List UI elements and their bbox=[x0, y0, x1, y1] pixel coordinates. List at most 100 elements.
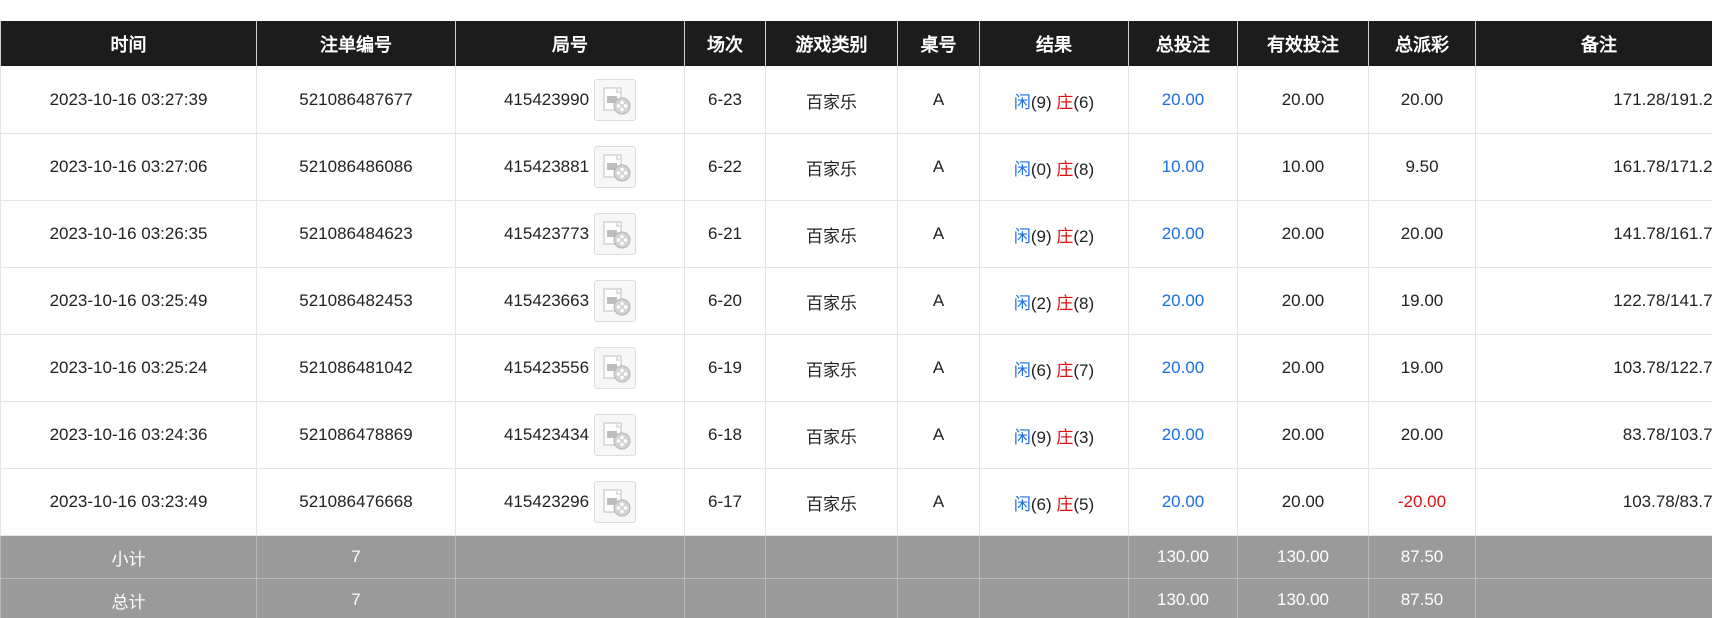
bet-record-table: 时间 注单编号 局号 场次 游戏类别 桌号 结果 总投注 有效投注 总派彩 备注… bbox=[0, 20, 1712, 618]
table-row: 2023-10-16 03:27:06 521086486086 415423881… bbox=[0, 133, 1712, 201]
cell-total-bet: 20.00 bbox=[1128, 468, 1238, 536]
cell-round: 415423990 bbox=[455, 66, 685, 134]
cell-game: 百家乐 bbox=[765, 200, 898, 268]
cell-payout: 19.00 bbox=[1368, 267, 1476, 335]
round-number: 415423663 bbox=[503, 291, 590, 310]
cell-shoe: 6-20 bbox=[684, 267, 766, 335]
subtotal-empty-cell bbox=[979, 535, 1129, 579]
bet-record-page: 时间 注单编号 局号 场次 游戏类别 桌号 结果 总投注 有效投注 总派彩 备注… bbox=[0, 0, 1712, 618]
result-banker-label: 庄 bbox=[1056, 159, 1074, 180]
cell-remark: 122.78/141.78 bbox=[1475, 267, 1712, 335]
total-valid-bet: 130.00 bbox=[1237, 578, 1369, 618]
subtotal-empty-cell bbox=[684, 535, 766, 579]
cell-remark: 103.78/83.78 bbox=[1475, 468, 1712, 536]
table-row: 2023-10-16 03:25:49 521086482453 415423663… bbox=[0, 267, 1712, 335]
result-banker-label: 庄 bbox=[1056, 226, 1074, 247]
cell-table: A bbox=[897, 133, 980, 201]
total-payout: 87.50 bbox=[1368, 578, 1476, 618]
cell-game: 百家乐 bbox=[765, 66, 898, 134]
cell-bet-id: 521086486086 bbox=[256, 133, 456, 201]
cell-remark: 171.28/191.28 bbox=[1475, 66, 1712, 134]
cell-remark: 83.78/103.78 bbox=[1475, 401, 1712, 469]
total-row: 总计 7 130.00 130.00 87.50 bbox=[0, 578, 1712, 618]
film-reel-icon[interactable] bbox=[594, 79, 637, 121]
cell-result: 闲(9) 庄(6) bbox=[979, 66, 1129, 134]
result-banker-score: (3) bbox=[1073, 427, 1095, 447]
cell-result: 闲(0) 庄(8) bbox=[979, 133, 1129, 201]
col-header-remark: 备注 bbox=[1475, 20, 1712, 67]
total-empty-cell bbox=[765, 578, 898, 618]
cell-shoe: 6-19 bbox=[684, 334, 766, 402]
col-header-valid-bet: 有效投注 bbox=[1237, 20, 1369, 67]
cell-round: 415423296 bbox=[455, 468, 685, 536]
cell-valid-bet: 20.00 bbox=[1237, 334, 1369, 402]
cell-payout: -20.00 bbox=[1368, 468, 1476, 536]
result-banker-score: (7) bbox=[1073, 360, 1095, 380]
film-reel-icon[interactable] bbox=[594, 481, 637, 523]
total-empty-cell bbox=[897, 578, 980, 618]
film-reel-icon[interactable] bbox=[594, 146, 637, 188]
subtotal-row: 小计 7 130.00 130.00 87.50 bbox=[0, 535, 1712, 579]
col-header-shoe: 场次 bbox=[684, 20, 766, 67]
cell-game: 百家乐 bbox=[765, 468, 898, 536]
film-reel-icon[interactable] bbox=[594, 213, 637, 255]
cell-payout: 20.00 bbox=[1368, 401, 1476, 469]
cell-shoe: 6-23 bbox=[684, 66, 766, 134]
subtotal-empty-cell bbox=[897, 535, 980, 579]
cell-payout: 19.00 bbox=[1368, 334, 1476, 402]
cell-result: 闲(6) 庄(7) bbox=[979, 334, 1129, 402]
total-empty-cell bbox=[455, 578, 685, 618]
round-number: 415423556 bbox=[503, 358, 590, 377]
table-header-row: 时间 注单编号 局号 场次 游戏类别 桌号 结果 总投注 有效投注 总派彩 备注 bbox=[0, 20, 1712, 67]
result-player-score: (6) bbox=[1030, 494, 1052, 514]
result-banker-label: 庄 bbox=[1056, 92, 1074, 113]
film-reel-icon[interactable] bbox=[594, 347, 637, 389]
film-reel-icon[interactable] bbox=[594, 280, 637, 322]
result-banker-score: (8) bbox=[1073, 293, 1095, 313]
result-banker-score: (8) bbox=[1073, 159, 1095, 179]
col-header-time: 时间 bbox=[0, 20, 257, 67]
result-player-label: 闲 bbox=[1013, 159, 1031, 180]
cell-payout: 20.00 bbox=[1368, 200, 1476, 268]
cell-result: 闲(9) 庄(3) bbox=[979, 401, 1129, 469]
cell-valid-bet: 20.00 bbox=[1237, 401, 1369, 469]
result-banker-score: (2) bbox=[1073, 226, 1095, 246]
cell-table: A bbox=[897, 334, 980, 402]
cell-total-bet: 20.00 bbox=[1128, 334, 1238, 402]
col-header-round: 局号 bbox=[455, 20, 685, 67]
col-header-result: 结果 bbox=[979, 20, 1129, 67]
table-row: 2023-10-16 03:27:39 521086487677 415423990… bbox=[0, 66, 1712, 134]
film-reel-icon[interactable] bbox=[594, 414, 637, 456]
cell-bet-id: 521086478869 bbox=[256, 401, 456, 469]
result-player-label: 闲 bbox=[1013, 494, 1031, 515]
cell-time: 2023-10-16 03:26:35 bbox=[0, 200, 257, 268]
round-number: 415423990 bbox=[503, 90, 590, 109]
result-player-score: (6) bbox=[1030, 360, 1052, 380]
result-player-score: (9) bbox=[1030, 427, 1052, 447]
result-player-label: 闲 bbox=[1013, 226, 1031, 247]
cell-game: 百家乐 bbox=[765, 334, 898, 402]
cell-payout: 20.00 bbox=[1368, 66, 1476, 134]
cell-game: 百家乐 bbox=[765, 133, 898, 201]
total-empty-cell bbox=[684, 578, 766, 618]
cell-round: 415423434 bbox=[455, 401, 685, 469]
round-number: 415423881 bbox=[503, 157, 590, 176]
cell-table: A bbox=[897, 200, 980, 268]
cell-time: 2023-10-16 03:27:39 bbox=[0, 66, 257, 134]
table-row: 2023-10-16 03:23:49 521086476668 415423296… bbox=[0, 468, 1712, 536]
subtotal-empty-cell bbox=[765, 535, 898, 579]
cell-time: 2023-10-16 03:23:49 bbox=[0, 468, 257, 536]
subtotal-label: 小计 bbox=[0, 535, 257, 579]
result-player-label: 闲 bbox=[1013, 427, 1031, 448]
round-number: 415423296 bbox=[503, 492, 590, 511]
cell-valid-bet: 20.00 bbox=[1237, 200, 1369, 268]
total-total-bet: 130.00 bbox=[1128, 578, 1238, 618]
subtotal-empty-cell bbox=[455, 535, 685, 579]
result-player-label: 闲 bbox=[1013, 293, 1031, 314]
cell-shoe: 6-21 bbox=[684, 200, 766, 268]
result-banker-label: 庄 bbox=[1056, 360, 1074, 381]
result-player-score: (0) bbox=[1030, 159, 1052, 179]
cell-time: 2023-10-16 03:24:36 bbox=[0, 401, 257, 469]
total-empty-cell bbox=[1475, 578, 1712, 618]
cell-valid-bet: 10.00 bbox=[1237, 133, 1369, 201]
